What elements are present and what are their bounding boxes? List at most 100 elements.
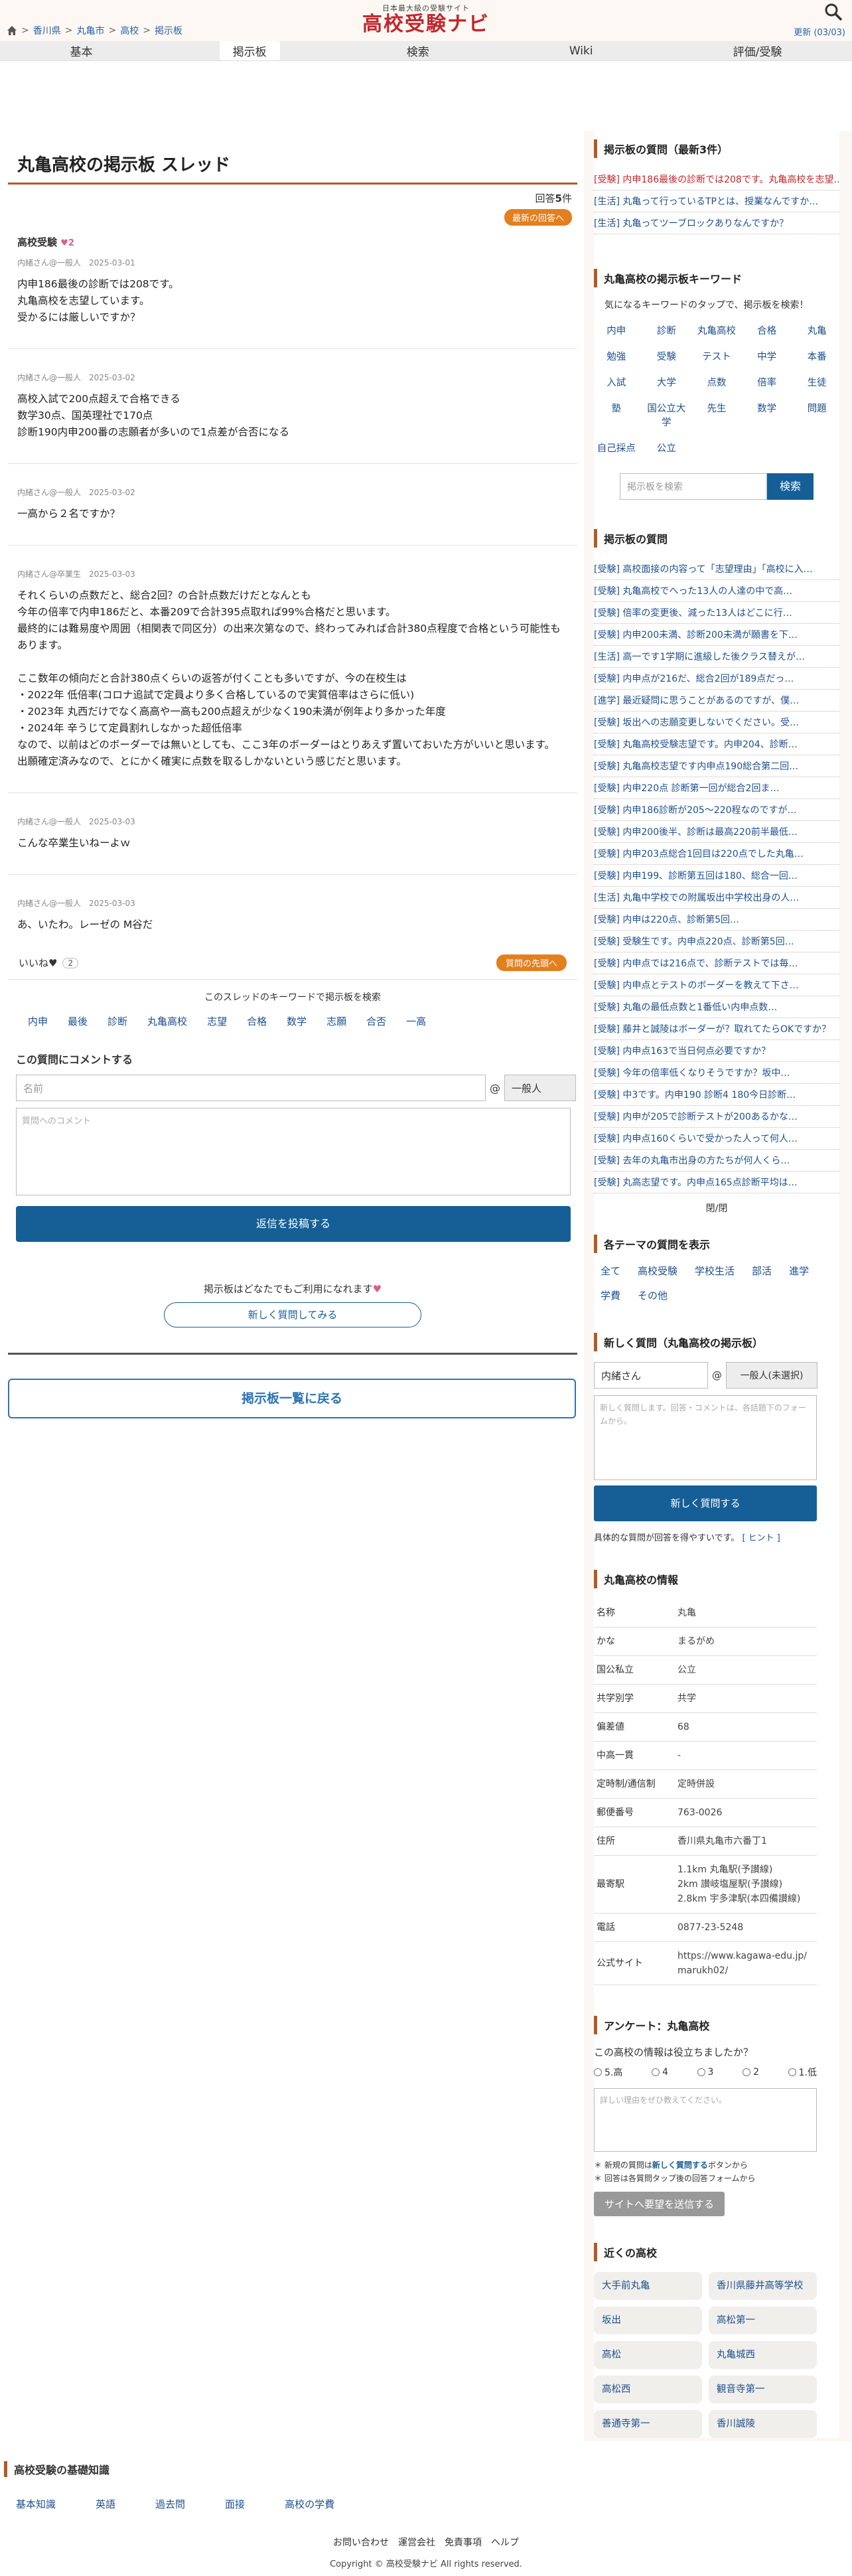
theme-link[interactable]: 学費 xyxy=(601,1288,620,1302)
survey-option[interactable]: 1.低 xyxy=(788,2066,817,2079)
list-item[interactable]: [受験] 丸亀高校受験志望です。内申204、診断… xyxy=(594,733,839,755)
nav-tab-review[interactable]: 評価/受験 xyxy=(720,41,796,60)
nearby-school-link[interactable]: 香川誠陵 xyxy=(709,2410,817,2438)
list-item[interactable]: [受験] 内申点163で当日何点必要ですか？ xyxy=(594,1040,839,1062)
keyword-link[interactable]: 本番 xyxy=(794,349,839,363)
keyword-link[interactable]: 合格 xyxy=(745,323,790,337)
hint-link[interactable]: [ ヒント ] xyxy=(742,1533,780,1543)
nearby-school-link[interactable]: 観音寺第一 xyxy=(709,2376,817,2403)
keyword-link[interactable]: 勉強 xyxy=(594,349,639,363)
theme-link[interactable]: 学校生活 xyxy=(695,1264,735,1278)
back-to-board-button[interactable]: 掲示板一覧に戻る xyxy=(8,1379,576,1418)
keyword-link[interactable]: 点数 xyxy=(694,375,739,389)
list-item[interactable]: [生活] 丸亀中学校での附属坂出中学校出身の人… xyxy=(594,887,839,909)
footer-basics-link[interactable]: 高校の学費 xyxy=(285,2497,334,2511)
board-search-input[interactable]: 掲示板を検索 xyxy=(620,473,767,500)
comment-tag-select[interactable]: 一般人 xyxy=(504,1075,576,1101)
list-item[interactable]: [受験] 内申186最後の診断では208です。丸亀高校を志望… xyxy=(594,169,839,190)
survey-option[interactable]: 2 xyxy=(743,2066,759,2079)
list-item[interactable]: [進学] 最近疑問に思うことがあるのですが、僕… xyxy=(594,690,839,712)
list-item[interactable]: [受験] 受験生です。内申点220点、診断第5回… xyxy=(594,931,839,952)
survey-option[interactable]: 5.高 xyxy=(594,2066,622,2079)
new-question-name-input[interactable]: 内緒さん xyxy=(594,1362,708,1389)
list-item[interactable]: [受験] 坂出への志願変更しないでください。受… xyxy=(594,712,839,733)
list-item[interactable]: [受験] 内申点160くらいで受かった人って何人… xyxy=(594,1128,839,1150)
keyword-link[interactable]: 生徒 xyxy=(794,375,839,389)
breadcrumb-link-city[interactable]: 丸亀市 xyxy=(76,24,104,37)
list-item[interactable]: [受験] 内申203点総合1回目は220点でした丸亀… xyxy=(594,843,839,865)
list-item[interactable]: [受験] 丸亀高校でへった13人の人達の中で高… xyxy=(594,580,839,602)
keyword-link[interactable]: 診断 xyxy=(107,1014,127,1028)
footer-basics-link[interactable]: 面接 xyxy=(225,2497,245,2511)
keyword-link[interactable]: 志願 xyxy=(326,1014,346,1028)
keyword-link[interactable]: 自己採点 xyxy=(594,441,639,455)
keyword-link[interactable]: 公立 xyxy=(644,441,689,455)
new-question-submit-button[interactable]: 新しく質問する xyxy=(594,1485,817,1521)
list-item[interactable]: [受験] 内申199、診断第五回は180、総合一回… xyxy=(594,865,839,887)
nav-tab-wiki[interactable]: Wiki xyxy=(556,43,606,59)
site-logo[interactable]: 日本最大級の受験サイト 高校受験ナビ xyxy=(362,3,490,36)
keyword-link[interactable]: 丸亀高校 xyxy=(147,1014,187,1028)
footer-link-help[interactable]: ヘルプ xyxy=(491,2536,519,2549)
new-question-tag-select[interactable]: 一般人(未選択) xyxy=(726,1362,817,1389)
keyword-link[interactable]: 中学 xyxy=(745,349,790,363)
survey-submit-button[interactable]: サイトへ要望を送信する xyxy=(594,2192,725,2216)
footer-basics-link[interactable]: 過去問 xyxy=(155,2497,185,2511)
theme-link[interactable]: 高校受験 xyxy=(638,1264,677,1278)
new-question-button[interactable]: 新しく質問してみる xyxy=(164,1302,421,1327)
keyword-link[interactable]: 受験 xyxy=(644,349,689,363)
keyword-link[interactable]: 丸亀 xyxy=(794,323,839,337)
footer-basics-link[interactable]: 英語 xyxy=(96,2497,115,2511)
list-item[interactable]: [受験] 倍率の変更後、減った13人はどこに行… xyxy=(594,602,839,624)
keyword-link[interactable]: 問題 xyxy=(794,401,839,429)
list-item[interactable]: [生活] 高一です1学期に進級した後クラス替えが… xyxy=(594,646,839,668)
keyword-link[interactable]: 倍率 xyxy=(745,375,790,389)
reply-submit-button[interactable]: 返信を投稿する xyxy=(16,1206,571,1242)
nearby-school-link[interactable]: 高松第一 xyxy=(709,2307,817,2334)
to-question-top-button[interactable]: 質問の先頭へ xyxy=(496,954,567,971)
nearby-school-link[interactable]: 善通寺第一 xyxy=(594,2410,702,2438)
keyword-link[interactable]: 内申 xyxy=(28,1014,48,1028)
new-question-textarea[interactable]: 新しく質問します。回答・コメントは、各話題下のフォームから。 xyxy=(594,1395,817,1480)
list-item[interactable]: [受験] 内申点が216だ、総合2回が189点だっ… xyxy=(594,668,839,690)
breadcrumb-link-board[interactable]: 掲示板 xyxy=(155,24,182,37)
survey-textarea[interactable]: 詳しい理由をぜひ教えてください。 xyxy=(594,2088,817,2152)
keyword-link[interactable]: 内申 xyxy=(594,323,639,337)
keyword-link[interactable]: 塾 xyxy=(594,401,639,429)
list-item[interactable]: [受験] 内申200後半、診断は最高220前半最低… xyxy=(594,821,839,843)
list-item[interactable]: [受験] 内申が205で診断テストが200あるかな… xyxy=(594,1106,839,1128)
keyword-link[interactable]: 先生 xyxy=(694,401,739,429)
keyword-link[interactable]: 合否 xyxy=(366,1014,386,1028)
pager[interactable]: 閉/閉 xyxy=(594,1201,839,1215)
list-item[interactable]: [受験] 去年の丸亀市出身の方たちが何人くら… xyxy=(594,1150,839,1172)
keyword-link[interactable]: 数学 xyxy=(287,1014,307,1028)
keyword-link[interactable]: 一高 xyxy=(406,1014,426,1028)
list-item[interactable]: [受験] 丸亀高校志望です内申点190総合第二回… xyxy=(594,755,839,777)
keyword-link[interactable]: 大学 xyxy=(644,375,689,389)
footer-link-contact[interactable]: お問い合わせ xyxy=(333,2536,389,2549)
comment-name-input[interactable]: 名前 xyxy=(16,1075,486,1101)
keyword-link[interactable]: 国公立大学 xyxy=(644,401,689,429)
list-item[interactable]: [受験] 藤井と誠陵はボーダーが？取れてたらOKですか？ xyxy=(594,1018,839,1040)
nav-tab-search[interactable]: 検索 xyxy=(393,41,443,60)
like-button[interactable]: いいね♥ xyxy=(19,956,57,970)
list-item[interactable]: [受験] 内申220点 診断第一回が総合2回ま… xyxy=(594,777,839,799)
theme-link[interactable]: 部活 xyxy=(752,1264,772,1278)
footer-link-company[interactable]: 運営会社 xyxy=(398,2536,435,2549)
theme-link[interactable]: その他 xyxy=(638,1288,668,1302)
nearby-school-link[interactable]: 丸亀城西 xyxy=(709,2341,817,2369)
list-item[interactable]: [受験] 内申は220点、診断第5回… xyxy=(594,909,839,931)
list-item[interactable]: [受験] 内申200未満、診断200未満が願書を下… xyxy=(594,624,839,646)
theme-link[interactable]: 全て xyxy=(601,1264,620,1278)
keyword-link[interactable]: 合格 xyxy=(247,1014,267,1028)
home-icon[interactable] xyxy=(7,25,17,36)
breadcrumb-link-school[interactable]: 高校 xyxy=(120,24,139,37)
list-item[interactable]: [受験] 内申点では216点で、診断テストでは毎… xyxy=(594,952,839,974)
list-item[interactable]: [受験] 丸高志望です。内申点165点診断平均は… xyxy=(594,1172,839,1193)
list-item[interactable]: [受験] 中3です。内申190 診断4 180今日診断… xyxy=(594,1084,839,1106)
survey-option[interactable]: 3 xyxy=(697,2066,713,2079)
footer-basics-link[interactable]: 基本知識 xyxy=(16,2497,56,2511)
nearby-school-link[interactable]: 香川県藤井高等学校 xyxy=(709,2272,817,2300)
survey-option[interactable]: 4 xyxy=(651,2066,668,2079)
nearby-school-link[interactable]: 坂出 xyxy=(594,2307,702,2334)
